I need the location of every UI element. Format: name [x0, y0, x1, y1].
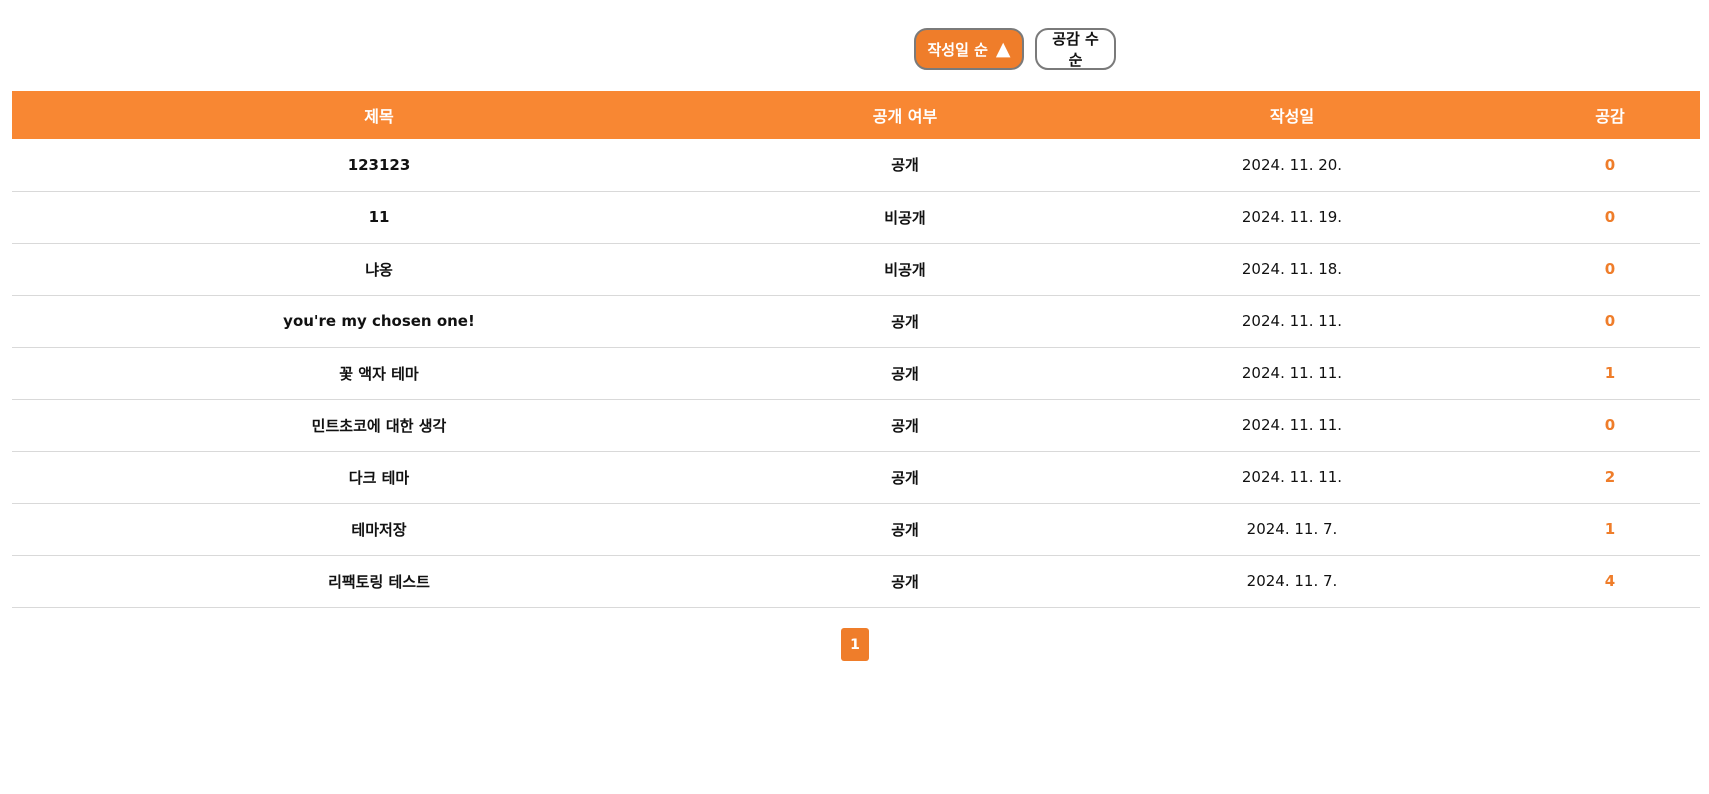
row-date: 2024. 11. 7.: [1246, 572, 1338, 590]
row-public: 공개: [891, 520, 919, 539]
row-public: 공개: [891, 468, 919, 487]
table-row[interactable]: 리팩토링 테스트 공개 2024. 11. 7. 4: [12, 555, 1700, 607]
header-public: 공개 여부: [872, 107, 938, 126]
sort-by-date-label: 작성일 순: [927, 40, 988, 59]
header-title: 제목: [364, 107, 394, 126]
table-row[interactable]: 11 비공개 2024. 11. 19. 0: [12, 191, 1700, 243]
table-body: 123123 공개 2024. 11. 20. 0 11 비공개 2024. 1…: [12, 139, 1700, 607]
post-list-table: 제목 공개 여부 작성일 공감 123123 공개 2024. 11. 20. …: [12, 91, 1700, 608]
row-public: 공개: [891, 156, 919, 175]
row-title[interactable]: 꽃 액자 테마: [12, 347, 746, 399]
row-title[interactable]: 11: [12, 191, 746, 243]
row-date: 2024. 11. 11.: [1241, 312, 1343, 330]
row-title[interactable]: 리팩토링 테스트: [12, 555, 746, 607]
table-row[interactable]: 민트초코에 대한 생각 공개 2024. 11. 11. 0: [12, 399, 1700, 451]
row-title[interactable]: you're my chosen one!: [12, 295, 746, 347]
header-date: 작성일: [1269, 107, 1315, 126]
row-likes: 4: [1604, 572, 1616, 590]
sort-ascending-icon: ▲: [995, 37, 1011, 60]
row-date: 2024. 11. 7.: [1246, 520, 1338, 538]
table-header: 제목 공개 여부 작성일 공감: [12, 91, 1700, 139]
row-date: 2024. 11. 20.: [1241, 155, 1343, 174]
table-row[interactable]: 테마저장 공개 2024. 11. 7. 1: [12, 503, 1700, 555]
row-public: 비공개: [884, 208, 926, 227]
pagination: 1: [841, 628, 869, 661]
row-likes: 1: [1604, 364, 1616, 382]
row-date: 2024. 11. 11.: [1241, 364, 1343, 382]
table-header-row: 제목 공개 여부 작성일 공감: [12, 91, 1700, 139]
row-likes: 0: [1604, 260, 1616, 278]
sort-by-likes-label: 공감 수 순: [1052, 30, 1099, 69]
row-public: 공개: [891, 364, 919, 383]
row-date: 2024. 11. 11.: [1241, 468, 1343, 486]
header-likes: 공감: [1595, 107, 1625, 126]
row-title[interactable]: 123123: [12, 139, 746, 191]
row-likes: 0: [1604, 208, 1616, 226]
row-date: 2024. 11. 18.: [1241, 260, 1343, 278]
row-public: 공개: [891, 416, 919, 435]
sort-by-date-button[interactable]: 작성일 순 ▲: [914, 28, 1024, 70]
row-title[interactable]: 민트초코에 대한 생각: [12, 399, 746, 451]
row-title[interactable]: 다크 테마: [12, 451, 746, 503]
row-likes: 0: [1604, 312, 1616, 330]
row-public: 공개: [891, 572, 919, 591]
table-row[interactable]: you're my chosen one! 공개 2024. 11. 11. 0: [12, 295, 1700, 347]
row-likes: 1: [1604, 520, 1616, 538]
row-likes: 0: [1604, 416, 1616, 434]
row-date: 2024. 11. 19.: [1241, 208, 1343, 226]
row-public: 비공개: [884, 260, 926, 279]
table-row[interactable]: 다크 테마 공개 2024. 11. 11. 2: [12, 451, 1700, 503]
page-button-current[interactable]: 1: [841, 628, 869, 661]
sort-controls: 작성일 순 ▲ 공감 수 순: [914, 28, 1116, 70]
table-row[interactable]: 냐옹 비공개 2024. 11. 18. 0: [12, 243, 1700, 295]
row-title[interactable]: 테마저장: [12, 503, 746, 555]
row-likes: 0: [1604, 155, 1616, 174]
sort-by-likes-button[interactable]: 공감 수 순: [1035, 28, 1116, 70]
row-title[interactable]: 냐옹: [12, 243, 746, 295]
table-row[interactable]: 123123 공개 2024. 11. 20. 0: [12, 139, 1700, 191]
row-date: 2024. 11. 11.: [1241, 416, 1343, 434]
table-row[interactable]: 꽃 액자 테마 공개 2024. 11. 11. 1: [12, 347, 1700, 399]
row-public: 공개: [891, 312, 919, 331]
row-likes: 2: [1604, 468, 1616, 486]
